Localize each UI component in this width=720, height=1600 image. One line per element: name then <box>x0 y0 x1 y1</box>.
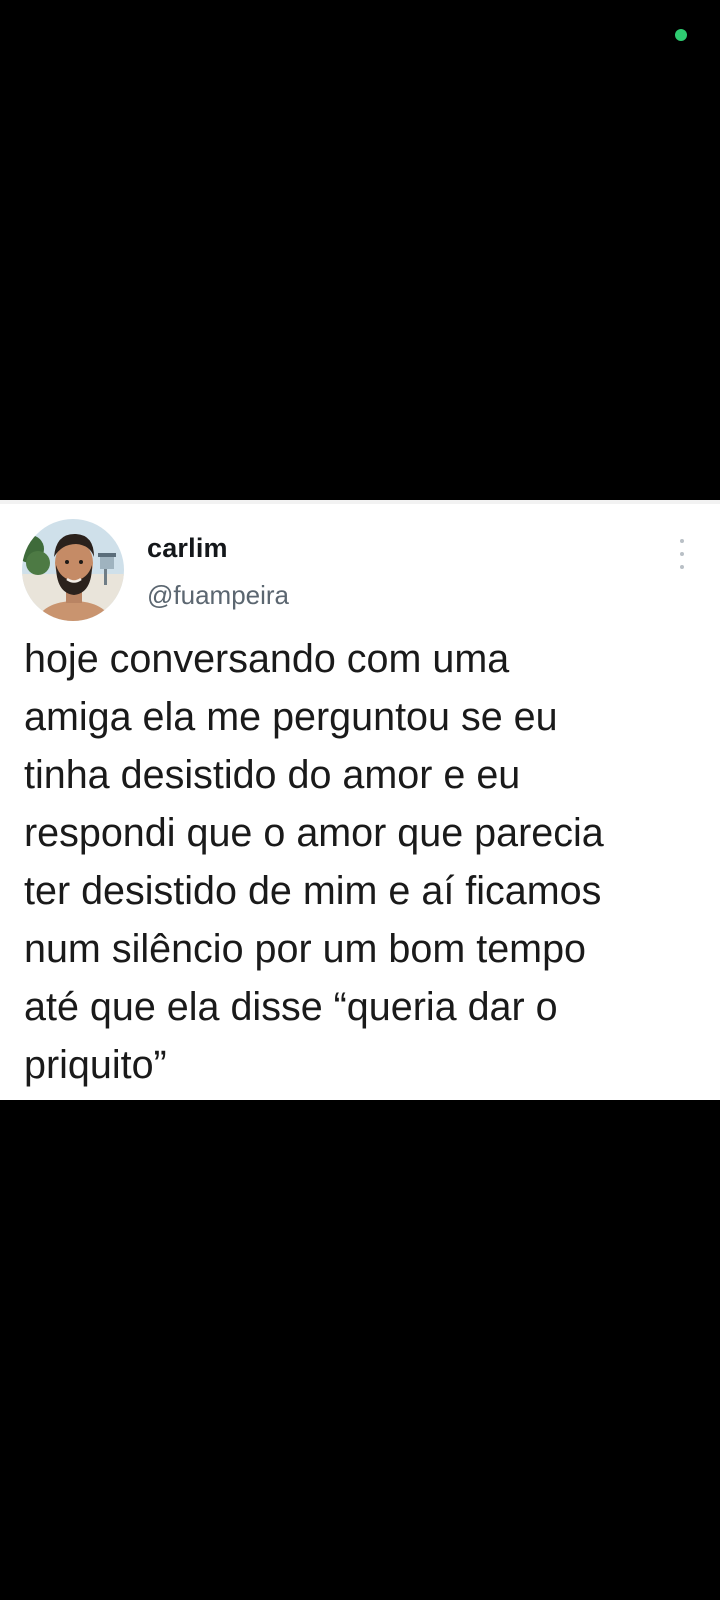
camera-indicator-dot <box>675 29 687 41</box>
avatar[interactable] <box>22 519 124 621</box>
user-handle[interactable]: @fuampeira <box>147 580 289 611</box>
tweet-text: hoje conversando com uma amiga ela me pe… <box>24 637 604 1087</box>
vertical-ellipsis-icon-dot-2 <box>680 552 684 556</box>
vertical-ellipsis-icon-dot-3 <box>680 565 684 569</box>
display-name[interactable]: carlim <box>147 533 228 564</box>
more-options-button[interactable] <box>672 539 692 569</box>
vertical-ellipsis-icon <box>680 539 684 543</box>
avatar-photo-icon <box>22 519 124 621</box>
